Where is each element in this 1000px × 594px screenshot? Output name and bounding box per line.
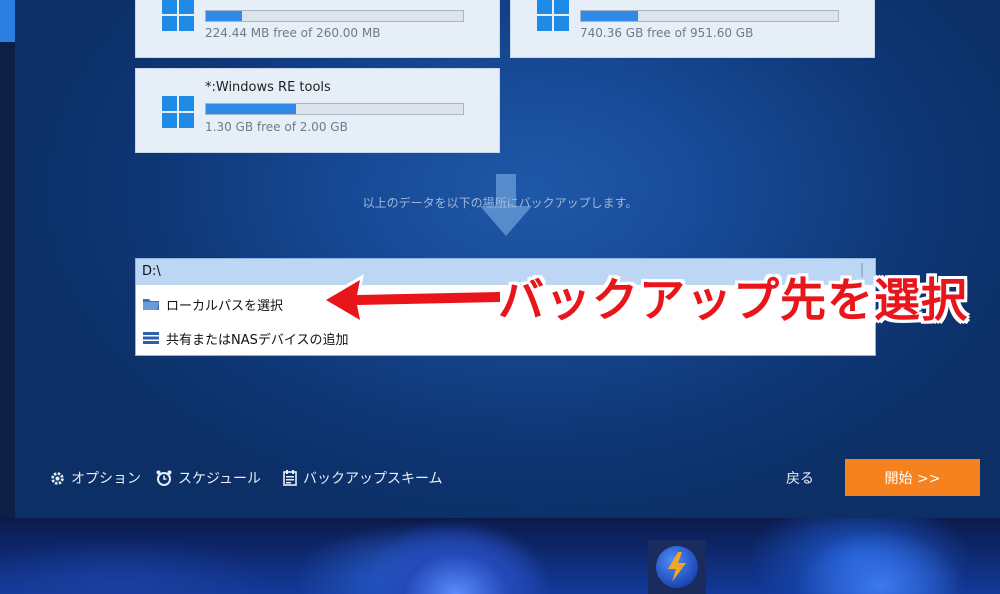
add-nas-device-option[interactable]: 共有またはNASデバイスの追加 [142,327,348,349]
schedule-button[interactable]: スケジュール [156,462,261,494]
app-logo-icon [656,546,698,588]
start-label: 開始 >> [884,470,941,487]
drive-usage-fill [206,104,296,114]
source-drive-card-2[interactable]: 740.36 GB free of 951.60 GB [510,0,875,58]
destination-path-value: D:\ [142,264,161,279]
annotation-label: バックアップ先を選択 [498,273,968,327]
windows-logo-icon [162,0,194,31]
windows-logo-icon [537,0,569,31]
nas-icon [143,332,159,344]
annotation-arrow-icon [320,274,504,326]
options-label: オプション [71,471,141,487]
windows-logo-icon [162,96,194,128]
gear-icon [51,471,64,485]
desktop-wallpaper [0,518,1000,594]
drive-usage-fill [581,11,638,21]
back-label: 戻る [786,471,814,487]
backup-scheme-label: バックアップスキーム [303,471,443,487]
drive-usage-bar [205,103,464,115]
wallpaper-bloom-right [760,518,1000,594]
drive-free-space: 224.44 MB free of 260.00 MB [205,26,381,40]
calendar-icon [283,470,297,486]
select-local-path-label: ローカルパスを選択 [166,298,284,314]
drive-free-space: 1.30 GB free of 2.00 GB [205,120,348,134]
drive-usage-fill [206,11,242,21]
back-button[interactable]: 戻る [786,462,814,494]
drive-usage-bar [580,10,839,22]
start-button[interactable]: 開始 >> [845,459,980,496]
wallpaper-bloom-left [300,518,560,594]
schedule-label: スケジュール [178,471,262,487]
drive-name: *:Windows RE tools [205,80,331,95]
backup-scheme-button[interactable]: バックアップスキーム [283,462,443,494]
options-button[interactable]: オプション [50,462,141,494]
add-nas-device-label: 共有またはNASデバイスの追加 [166,332,349,348]
taskbar-app-button[interactable] [648,540,706,594]
folder-icon [143,299,159,310]
drive-free-space: 740.36 GB free of 951.60 GB [580,26,754,40]
source-drive-card-windows-re[interactable]: *:Windows RE tools 1.30 GB free of 2.00 … [135,68,500,153]
alarm-clock-icon [156,470,172,486]
source-drive-card-1[interactable]: 224.44 MB free of 260.00 MB [135,0,500,58]
select-local-path-option[interactable]: ローカルパスを選択 [142,293,283,315]
left-nav-strip [0,0,15,518]
backup-info-text: 以上のデータを以下の場所にバックアップします。 [362,196,638,210]
drive-usage-bar [205,10,464,22]
left-nav-active-indicator [0,0,15,42]
